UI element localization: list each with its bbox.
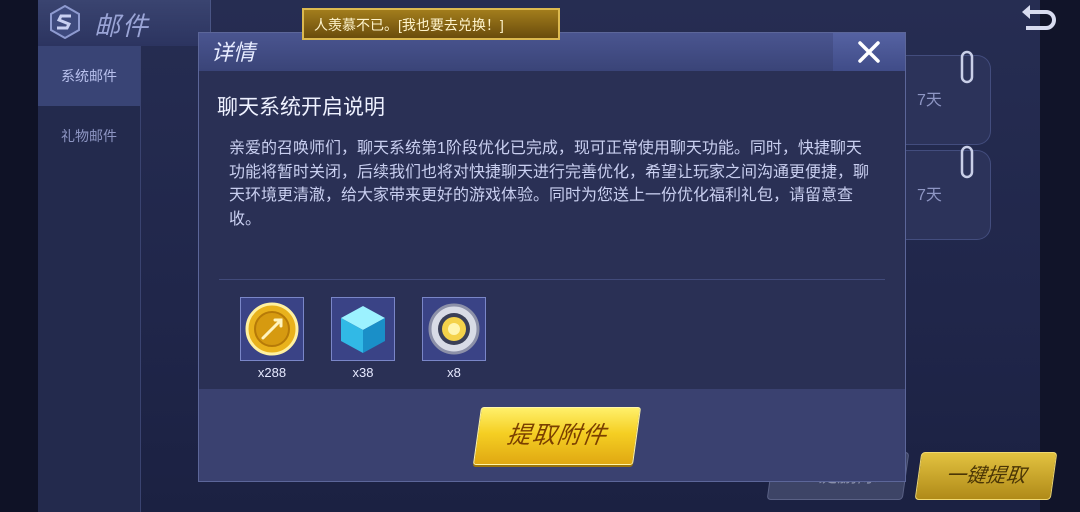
claim-attachments-button[interactable]: 提取附件 [472, 407, 642, 465]
dialog-title: 详情 [211, 40, 256, 65]
dialog-footer: 提取附件 [199, 389, 905, 481]
reward-quantity: x38 [352, 365, 374, 380]
mail-list-item[interactable]: 7天 [905, 150, 991, 240]
nav-item-system-mail[interactable]: 系统邮件 [38, 46, 140, 106]
reward-item[interactable] [331, 297, 395, 361]
page-title: 邮件 [94, 11, 151, 41]
mail-days: 7天 [917, 92, 942, 109]
announcement-banner: 人羡慕不已。[我也要去兑换！] [302, 8, 560, 40]
divider [219, 279, 885, 280]
mail-title: 聊天系统开启说明 [217, 96, 385, 119]
mail-list-item[interactable]: 7天 [905, 55, 991, 145]
blue-crystal-icon [341, 306, 385, 353]
right-edge [1040, 0, 1080, 512]
collect-all-button[interactable]: 一键提取 [914, 452, 1058, 500]
back-icon[interactable] [1018, 2, 1058, 34]
paperclip-icon [960, 50, 974, 84]
nav-item-gift-mail[interactable]: 礼物邮件 [38, 106, 140, 166]
paperclip-icon [960, 145, 974, 179]
gold-coin-icon [245, 302, 299, 356]
logo-icon [50, 5, 80, 39]
gold-sun-medal-icon [428, 303, 480, 355]
mail-detail-dialog: 详情 聊天系统开启说明 亲爱的召唤师们，聊天系统第1阶段优化已完成，现可正常使用… [198, 32, 906, 482]
reward-item[interactable] [240, 297, 304, 361]
side-nav: 系统邮件 礼物邮件 [38, 46, 141, 512]
mail-days: 7天 [917, 187, 942, 204]
left-edge [0, 0, 38, 512]
close-button[interactable] [833, 33, 905, 71]
claim-button-label: 提取附件 [505, 422, 609, 449]
reward-quantity: x8 [447, 365, 461, 380]
reward-item[interactable] [422, 297, 486, 361]
reward-quantity: x288 [257, 365, 287, 380]
mail-body: 亲爱的召唤师们，聊天系统第1阶段优化已完成，现可正常使用聊天功能。同时，快捷聊天… [229, 140, 870, 228]
close-icon [858, 41, 880, 63]
